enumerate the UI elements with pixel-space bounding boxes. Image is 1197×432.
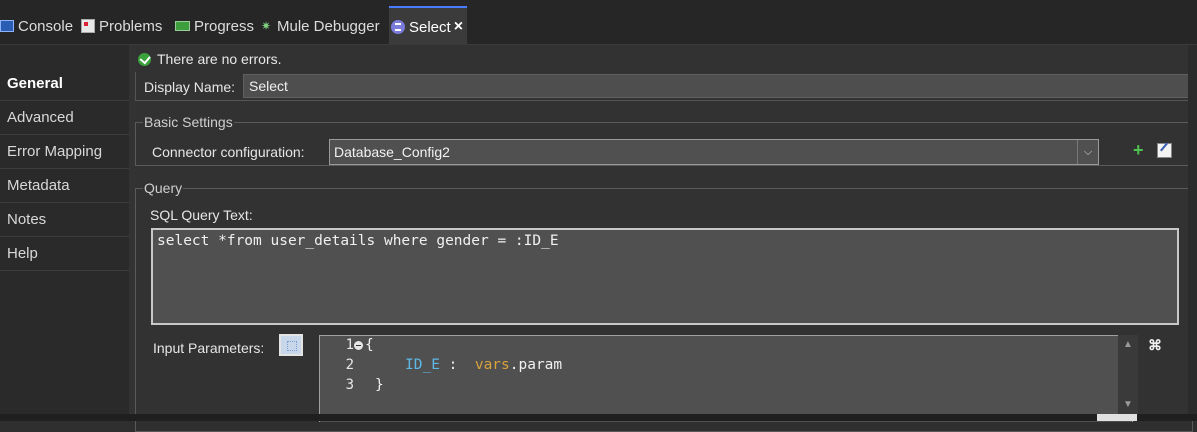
display-name-input[interactable]: Select <box>243 74 1191 98</box>
nav-item-general[interactable]: General <box>0 67 129 101</box>
sql-query-text: select *from user_details where gender =… <box>157 233 559 249</box>
chevron-down-icon[interactable]: ⌵ <box>1077 140 1098 164</box>
code-line-3: } <box>375 377 384 393</box>
scroll-down-icon[interactable]: ▼ <box>1123 399 1133 410</box>
display-name-label: Display Name: <box>144 79 236 95</box>
panel-scrollbar[interactable] <box>1188 45 1197 421</box>
basic-settings-legend: Basic Settings <box>144 114 233 130</box>
param-keyword: vars <box>474 357 510 373</box>
status-message: There are no errors. <box>138 51 282 67</box>
query-legend: Query <box>144 180 183 196</box>
connector-config-label: Connector configuration: <box>152 144 305 160</box>
properties-nav: General Advanced Error Mapping Metadata … <box>0 45 130 421</box>
tab-progress[interactable]: Progress <box>175 8 254 44</box>
line-number-gutter: 1 2 3 <box>320 336 363 422</box>
bottom-tab[interactable] <box>1097 414 1137 421</box>
graph-icon[interactable]: ⌘ <box>1148 337 1164 353</box>
bottom-bar <box>0 414 1197 421</box>
nav-item-advanced[interactable]: Advanced <box>0 101 129 135</box>
line-number: 3 <box>345 377 354 393</box>
line-number: 1 <box>345 337 354 353</box>
connector-config-select[interactable]: Database_Config2 ⌵ <box>329 139 1099 165</box>
nav-item-notes[interactable]: Notes <box>0 203 129 237</box>
input-parameters-label: Input Parameters: <box>153 340 265 356</box>
param-separator: : <box>439 357 475 373</box>
sql-query-textarea[interactable]: select *from user_details where gender =… <box>151 228 1179 325</box>
fold-collapse-icon[interactable] <box>354 341 363 350</box>
tab-problems-label: Problems <box>99 17 163 35</box>
input-parameters-editor[interactable]: 1 2 3 { ID_E : vars.param } <box>319 335 1133 422</box>
param-rest: .param <box>509 357 563 373</box>
status-text: There are no errors. <box>157 51 282 67</box>
tab-select[interactable]: Select × <box>389 6 468 46</box>
console-icon <box>0 20 14 32</box>
tab-console[interactable]: Console <box>0 8 73 44</box>
edit-config-icon[interactable] <box>1157 143 1172 158</box>
tab-console-label: Console <box>18 17 74 35</box>
nav-item-error-mapping[interactable]: Error Mapping <box>0 135 129 169</box>
progress-icon <box>175 21 190 31</box>
database-icon <box>391 20 405 34</box>
tab-mule-debugger-label: Mule Debugger <box>277 17 380 35</box>
scroll-up-icon[interactable]: ▲ <box>1123 339 1133 350</box>
check-circle-icon <box>138 52 151 66</box>
param-key: ID_E <box>405 357 440 373</box>
editor-tab-bar: Console Problems Progress ✷ Mule Debugge… <box>0 0 1197 46</box>
code-line-2: ID_E : vars.param <box>405 357 562 373</box>
tab-problems[interactable]: Problems <box>81 8 162 44</box>
debugger-icon: ✷ <box>261 19 272 33</box>
tab-progress-label: Progress <box>194 17 255 35</box>
expression-mode-button[interactable] <box>279 334 303 356</box>
tab-mule-debugger[interactable]: ✷ Mule Debugger <box>261 8 380 44</box>
nav-item-help[interactable]: Help <box>0 237 129 271</box>
close-icon[interactable]: × <box>454 18 463 36</box>
tab-select-label: Select <box>409 18 451 36</box>
line-number: 2 <box>345 357 354 373</box>
editor-scrollbar[interactable]: ▲ ▼ <box>1118 335 1138 421</box>
add-config-icon[interactable]: + <box>1133 141 1147 159</box>
code-line-1: { <box>365 337 374 353</box>
display-name-row: Display Name: Select <box>135 72 1195 101</box>
problems-icon <box>81 19 95 33</box>
sql-query-label: SQL Query Text: <box>150 207 253 223</box>
properties-panel: There are no errors. Display Name: Selec… <box>135 45 1197 432</box>
nav-item-metadata[interactable]: Metadata <box>0 169 129 203</box>
connector-config-value: Database_Config2 <box>334 144 450 160</box>
